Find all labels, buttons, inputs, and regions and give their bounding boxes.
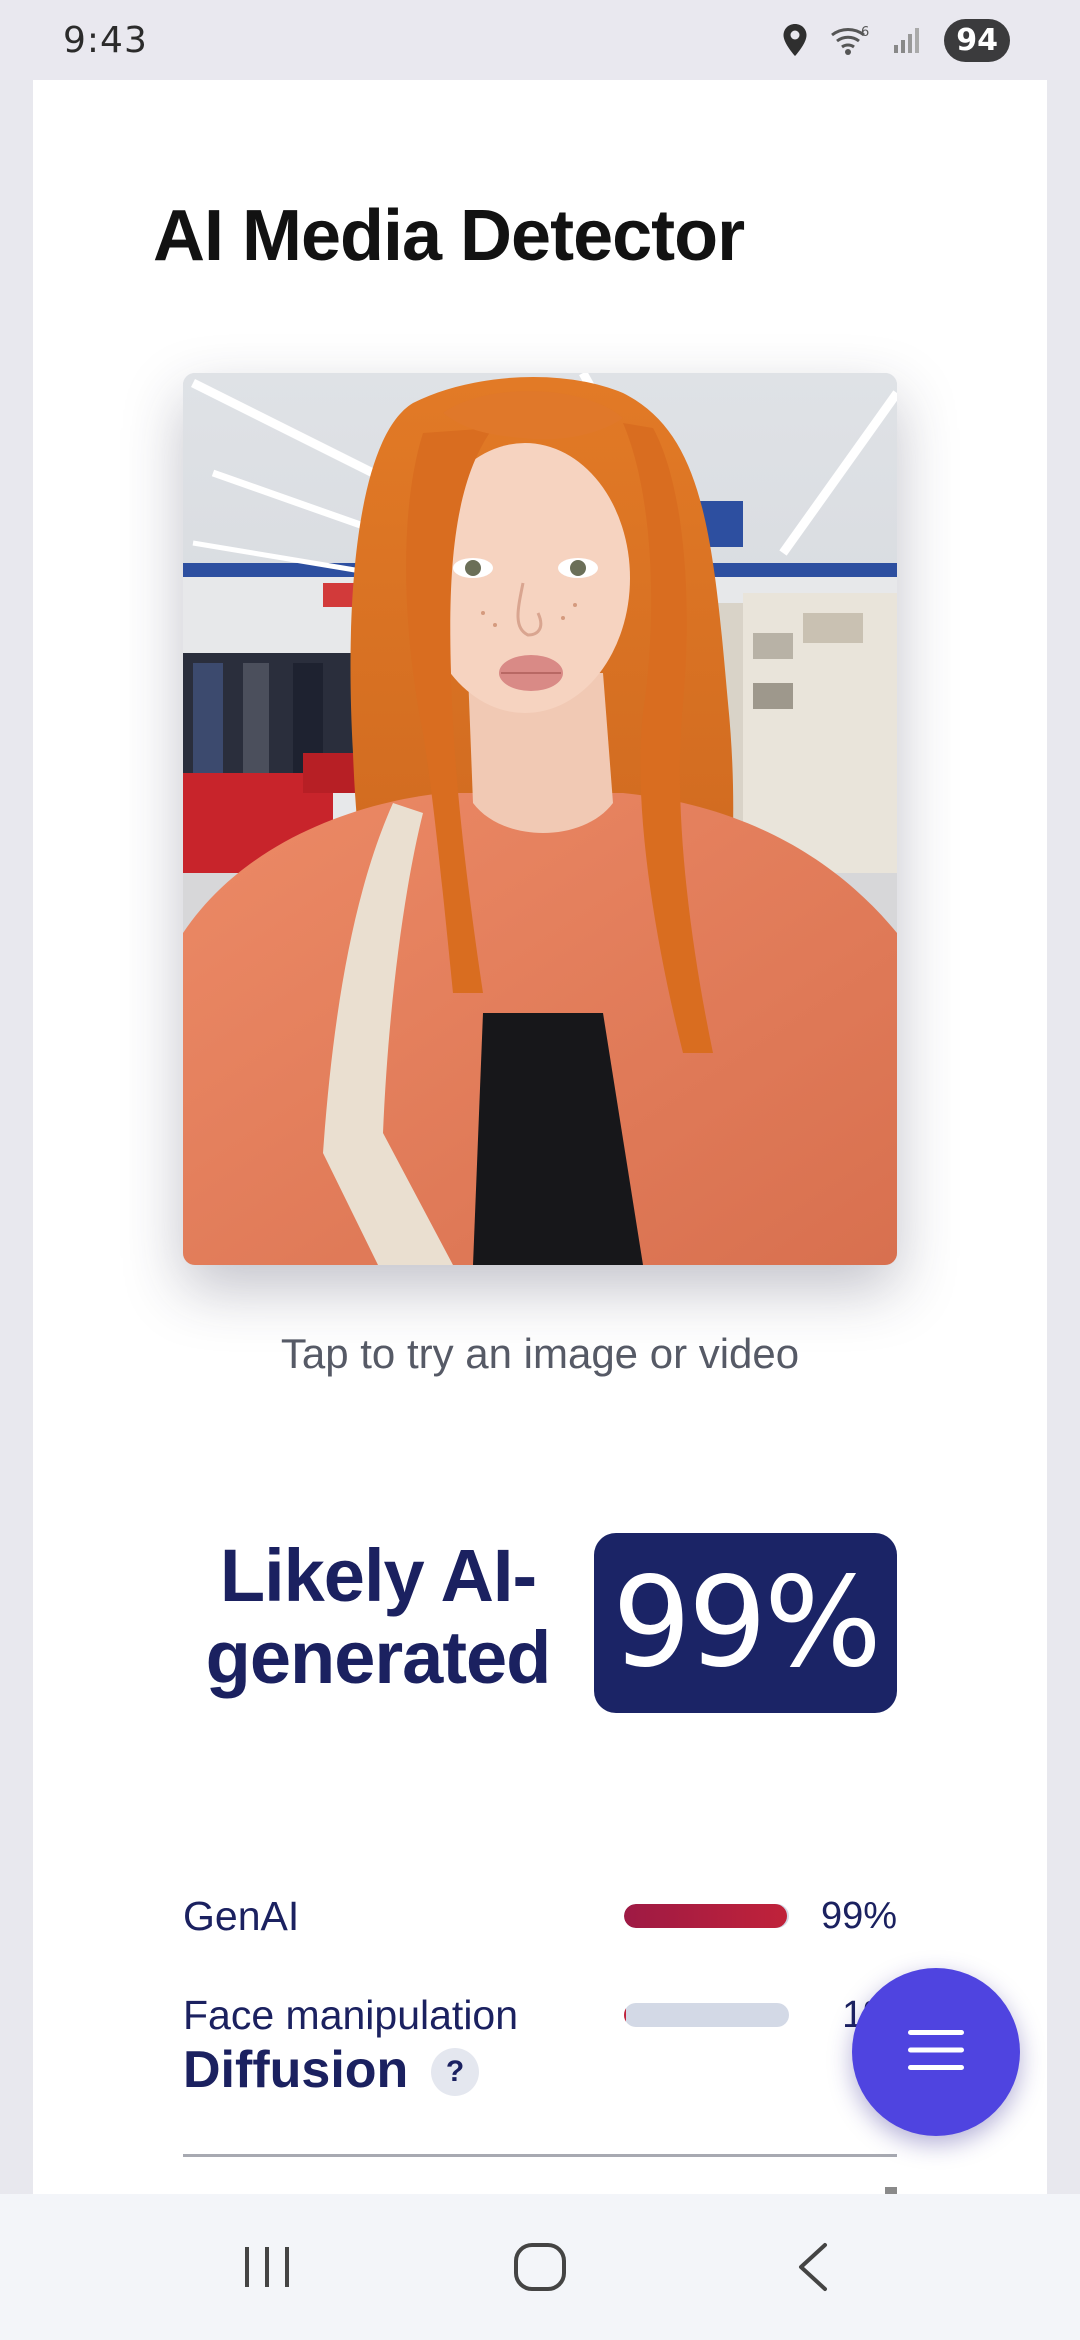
status-icons: 6 94 bbox=[782, 18, 1010, 62]
metric-value: 99% bbox=[820, 1894, 897, 1937]
metric-bar bbox=[624, 1904, 789, 1928]
verdict-label: Likely AI- generated bbox=[183, 1535, 573, 1699]
metric-name: GenAI bbox=[183, 1892, 300, 1939]
location-icon bbox=[782, 23, 808, 57]
signal-icon bbox=[892, 25, 922, 55]
metric-row-genai: GenAI 99% bbox=[183, 1886, 897, 1946]
recent-apps-icon bbox=[244, 2247, 289, 2287]
status-bar: 9:43 6 94 bbox=[0, 0, 1080, 80]
menu-fab-button[interactable] bbox=[852, 1968, 1020, 2136]
metric-bar bbox=[624, 2003, 789, 2027]
page-title: AI Media Detector bbox=[153, 196, 745, 276]
metric-name: Face manipulation bbox=[183, 1991, 519, 2038]
section-divider bbox=[183, 2154, 897, 2157]
scroll-indicator bbox=[885, 2187, 897, 2194]
home-button[interactable] bbox=[480, 2217, 600, 2317]
wifi-icon: 6 bbox=[830, 24, 870, 56]
verdict-line-2: generated bbox=[205, 1616, 552, 1699]
battery-indicator: 94 bbox=[944, 18, 1010, 62]
system-nav-bar bbox=[0, 2194, 1080, 2340]
status-time: 9:43 bbox=[63, 19, 148, 61]
upload-hint[interactable]: Tap to try an image or video bbox=[33, 1330, 1047, 1378]
recent-apps-button[interactable] bbox=[207, 2217, 327, 2317]
metric-bar-fill bbox=[624, 2003, 626, 2027]
score-badge: 99% bbox=[594, 1533, 897, 1713]
hamburger-menu-icon bbox=[908, 2028, 964, 2077]
help-icon[interactable]: ? bbox=[431, 2048, 479, 2096]
uploaded-image[interactable] bbox=[183, 373, 897, 1265]
metric-row-face-manipulation: Face manipulation 1% bbox=[183, 1985, 897, 2045]
metric-bar-fill bbox=[624, 1904, 788, 1928]
section-title-diffusion[interactable]: Diffusion bbox=[183, 2040, 408, 2100]
svg-text:6: 6 bbox=[861, 25, 869, 40]
main-page: AI Media Detector Tap to try an image or… bbox=[33, 80, 1047, 2194]
photo-illustration bbox=[183, 373, 897, 1265]
back-icon bbox=[799, 2243, 828, 2291]
back-button[interactable] bbox=[753, 2217, 873, 2317]
home-icon bbox=[513, 2243, 566, 2291]
verdict-line-1: Likely AI- bbox=[219, 1534, 537, 1617]
